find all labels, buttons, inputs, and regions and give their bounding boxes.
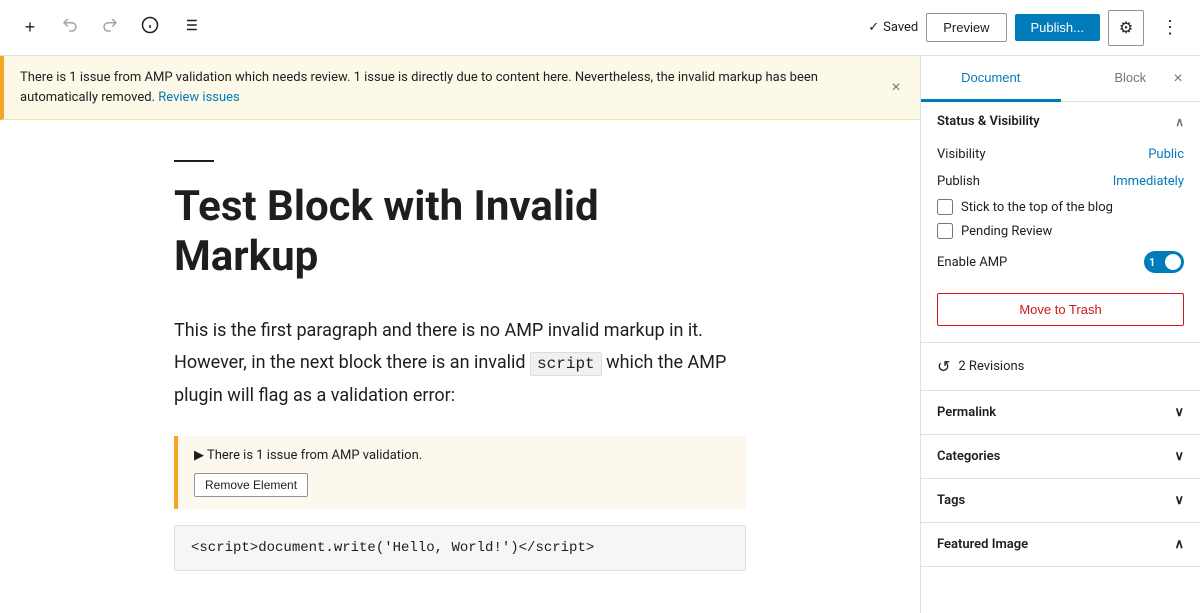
tags-section-header[interactable]: Tags ∨ (921, 479, 1200, 523)
status-visibility-heading: Status & Visibility (937, 114, 1040, 129)
amp-banner-close-button[interactable]: × (884, 76, 908, 100)
publish-row: Publish Immediately (937, 168, 1184, 195)
info-icon (141, 16, 159, 39)
toggle-on-label: 1 (1149, 256, 1155, 269)
categories-chevron-icon: ∨ (1174, 449, 1184, 464)
revisions-row[interactable]: ↺ 2 Revisions (921, 343, 1200, 391)
post-body-code: script (530, 352, 602, 376)
status-visibility-section: Status & Visibility ∧ Visibility Public … (921, 102, 1200, 343)
close-icon: × (891, 79, 900, 97)
sidebar-close-button[interactable]: × (1160, 61, 1196, 97)
block-navigation-button[interactable] (172, 10, 208, 46)
revisions-icon: ↺ (937, 357, 950, 376)
sidebar-close-icon: × (1173, 70, 1182, 88)
add-icon: + (25, 17, 36, 38)
featured-image-label: Featured Image (937, 537, 1028, 552)
permalink-section-header[interactable]: Permalink ∨ (921, 391, 1200, 435)
publish-button[interactable]: Publish... (1015, 14, 1100, 41)
pending-review-label: Pending Review (961, 224, 1052, 239)
saved-indicator: ✓ Saved (868, 20, 918, 35)
remove-element-button[interactable]: Remove Element (194, 473, 308, 497)
amp-warning-text: ▶ There is 1 issue from AMP validation. (194, 448, 730, 463)
featured-image-chevron-icon: ∧ (1174, 537, 1184, 552)
amp-warning-block: ▶ There is 1 issue from AMP validation. … (174, 436, 746, 509)
post-separator (174, 160, 214, 162)
checkmark-icon: ✓ (868, 20, 879, 35)
post-title[interactable]: Test Block with Invalid Markup (174, 182, 746, 283)
enable-amp-toggle[interactable]: 1 (1144, 251, 1184, 273)
permalink-chevron-icon: ∨ (1174, 405, 1184, 420)
undo-icon (61, 16, 79, 39)
chevron-up-icon: ∧ (1175, 115, 1184, 129)
review-issues-link[interactable]: Review issues (158, 90, 240, 105)
gear-icon: ⚙ (1119, 18, 1133, 38)
stick-to-top-row: Stick to the top of the blog (937, 195, 1184, 219)
toolbar-right: ✓ Saved Preview Publish... ⚙ ⋮ (868, 10, 1188, 46)
amp-banner-message: There is 1 issue from AMP validation whi… (20, 70, 818, 105)
post-content: Test Block with Invalid Markup This is t… (150, 120, 770, 611)
visibility-row: Visibility Public (937, 141, 1184, 168)
status-visibility-content: Visibility Public Publish Immediately St… (921, 141, 1200, 342)
toolbar: + ✓ Saved Preview Publis (0, 0, 1200, 56)
enable-amp-row: Enable AMP 1 (937, 243, 1184, 281)
categories-section-header[interactable]: Categories ∨ (921, 435, 1200, 479)
publish-label: Publish (937, 174, 980, 189)
post-body-paragraph[interactable]: This is the first paragraph and there is… (174, 315, 746, 412)
sidebar: Document Block × Status & Visibility ∧ V… (920, 56, 1200, 613)
redo-button[interactable] (92, 10, 128, 46)
move-to-trash-button[interactable]: Move to Trash (937, 293, 1184, 326)
add-block-button[interactable]: + (12, 10, 48, 46)
tags-chevron-icon: ∨ (1174, 493, 1184, 508)
preview-button[interactable]: Preview (926, 13, 1006, 42)
saved-label: Saved (883, 20, 918, 35)
pending-review-row: Pending Review (937, 219, 1184, 243)
stick-to-top-label: Stick to the top of the blog (961, 200, 1113, 215)
amp-validation-banner: There is 1 issue from AMP validation whi… (0, 56, 920, 120)
sidebar-tabs: Document Block × (921, 56, 1200, 102)
editor-area: There is 1 issue from AMP validation whi… (0, 56, 920, 613)
status-visibility-header[interactable]: Status & Visibility ∧ (921, 102, 1200, 141)
redo-icon (101, 16, 119, 39)
more-options-button[interactable]: ⋮ (1152, 10, 1188, 46)
categories-label: Categories (937, 449, 1000, 464)
enable-amp-label: Enable AMP (937, 255, 1007, 270)
code-block[interactable]: <script>document.write('Hello, World!')<… (174, 525, 746, 571)
publish-value[interactable]: Immediately (1113, 174, 1184, 189)
toolbar-left: + (12, 10, 208, 46)
more-icon: ⋮ (1161, 17, 1179, 38)
list-icon (181, 16, 199, 39)
revisions-label: 2 Revisions (958, 359, 1024, 374)
settings-button[interactable]: ⚙ (1108, 10, 1144, 46)
tab-document[interactable]: Document (921, 56, 1061, 102)
main-area: There is 1 issue from AMP validation whi… (0, 56, 1200, 613)
pending-review-checkbox[interactable] (937, 223, 953, 239)
tags-label: Tags (937, 493, 965, 508)
permalink-label: Permalink (937, 405, 996, 420)
visibility-value[interactable]: Public (1148, 147, 1184, 162)
stick-to-top-checkbox[interactable] (937, 199, 953, 215)
visibility-label: Visibility (937, 147, 986, 162)
featured-image-section-header[interactable]: Featured Image ∧ (921, 523, 1200, 567)
undo-button[interactable] (52, 10, 88, 46)
info-button[interactable] (132, 10, 168, 46)
